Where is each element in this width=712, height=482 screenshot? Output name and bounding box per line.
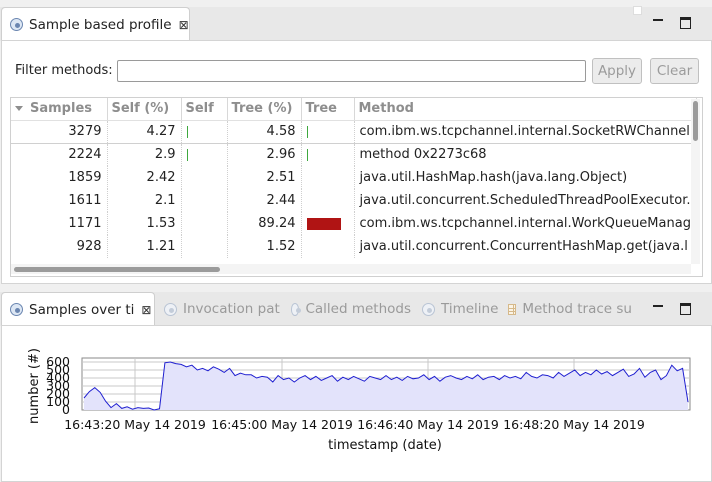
cell-self-bar (181, 143, 228, 166)
profile-icon (291, 302, 302, 316)
column-header-samples[interactable]: Samples (11, 98, 108, 121)
tab-method-trace-su[interactable]: Method trace su (500, 292, 632, 326)
cell-self-bar (181, 212, 228, 235)
cell-self-bar (181, 189, 228, 212)
close-icon[interactable]: ⊠ (141, 303, 151, 317)
vertical-scrollbar[interactable] (691, 99, 700, 264)
tab-sample-based-profile[interactable]: Sample based profile ⊠ (1, 7, 190, 41)
column-header-tree[interactable]: Tree (301, 98, 355, 121)
cell-self-bar (181, 119, 228, 144)
table-row[interactable]: 928 1.21 1.52 java.util.concurrent.Concurre… (11, 235, 697, 258)
x-tick-label: 16:48:20 May 14 2019 (503, 417, 645, 432)
cell-tree-bar (301, 212, 355, 235)
view-menu-icon[interactable] (633, 6, 642, 15)
cell-method: java.util.HashMap.hash(java.lang.Object) (354, 166, 697, 189)
horizontal-scroll-thumb[interactable] (14, 267, 220, 272)
cell-self-pct: 4.27 (107, 119, 182, 144)
cell-self-pct: 2.1 (107, 189, 182, 212)
cell-tree-pct: 2.51 (227, 166, 302, 189)
tree-percentage-bar (306, 217, 341, 230)
cell-self-pct: 1.21 (107, 235, 182, 258)
cell-method: com.ibm.ws.tcpchannel.internal.SocketRWC… (354, 119, 697, 144)
cell-tree-pct: 89.24 (227, 212, 302, 235)
table-header: Samples Self (%) Self Tree (%) Tree Meth… (11, 98, 697, 121)
cell-self-bar (181, 166, 228, 189)
cell-tree-pct: 2.44 (227, 189, 302, 212)
x-tick-label: 16:46:40 May 14 2019 (357, 417, 499, 432)
x-axis-label: timestamp (date) (328, 438, 442, 453)
cell-tree-bar (301, 143, 355, 166)
percentage-bar (306, 148, 308, 161)
x-tick-label: 16:45:00 May 14 2019 (211, 417, 353, 432)
cell-tree-bar (301, 166, 355, 189)
samples-over-time-chart: 010020030040050060016:43:20 May 14 2019 1… (27, 348, 691, 453)
y-tick-label: 600 (46, 354, 70, 369)
tab-label: Method trace su (522, 301, 632, 317)
cell-samples: 1171 (11, 212, 108, 235)
cell-tree-bar (301, 189, 355, 212)
maximize-icon[interactable] (680, 17, 691, 29)
column-header-method[interactable]: Method (354, 98, 697, 121)
table-row[interactable]: 1171 1.53 89.24 com.ibm.ws.tcpchannel.inter… (11, 212, 697, 235)
cell-samples: 2224 (11, 143, 108, 166)
tab-label: Samples over ti (29, 301, 135, 318)
column-header-self[interactable]: Self (181, 98, 228, 121)
maximize-icon[interactable] (680, 303, 691, 315)
filter-label: Filter methods: (15, 63, 113, 78)
x-tick-label: 16:43:20 May 14 2019 (64, 417, 206, 432)
cell-method: java.util.concurrent.ScheduledThreadPool… (354, 189, 697, 212)
cell-tree-bar (301, 119, 355, 144)
cell-method: com.ibm.ws.tcpchannel.internal.WorkQueue… (354, 212, 697, 235)
cell-tree-pct: 4.58 (227, 119, 302, 144)
cell-self-pct: 1.53 (107, 212, 182, 235)
apply-button[interactable]: Apply (592, 58, 642, 84)
tab-timeline[interactable]: Timeline (414, 292, 499, 326)
profile-icon (10, 18, 23, 31)
cell-tree-pct: 1.52 (227, 235, 302, 258)
table-row[interactable]: 1611 2.1 2.44 java.util.concurrent.Schedule… (11, 189, 697, 212)
cell-samples: 928 (11, 235, 108, 258)
y-axis-label: number (#) (27, 348, 42, 424)
column-header-tree-pct[interactable]: Tree (%) (227, 98, 302, 121)
tab-label: Timeline (441, 301, 499, 317)
cell-tree-bar (301, 235, 355, 258)
profile-table: Samples Self (%) Self Tree (%) Tree Meth… (11, 98, 697, 258)
clear-button[interactable]: Clear (650, 58, 699, 84)
table-row[interactable]: 3279 4.27 4.58 com.ibm.ws.tcpchannel.intern… (11, 119, 697, 144)
cell-self-bar (181, 235, 228, 258)
table-row[interactable]: 1859 2.42 2.51 java.util.HashMap.hash(java.… (11, 166, 697, 189)
tab-label: Called methods (305, 301, 411, 317)
tab-label: Sample based profile (29, 16, 172, 33)
tab-label: Invocation pat (183, 301, 280, 317)
table-row[interactable]: 2224 2.9 2.96 method 0x2273c68 (11, 143, 697, 166)
column-header-self-pct[interactable]: Self (%) (107, 98, 182, 121)
table-icon (508, 303, 517, 315)
cell-method: java.util.concurrent.ConcurrentHashMap.g… (354, 235, 697, 258)
profile-icon (422, 302, 435, 316)
percentage-bar (186, 148, 188, 161)
cell-samples: 1611 (11, 189, 108, 212)
tab-called-methods[interactable]: Called methods (283, 292, 411, 326)
percentage-bar (306, 125, 308, 138)
cell-self-pct: 2.42 (107, 166, 182, 189)
cell-samples: 1859 (11, 166, 108, 189)
minimize-icon[interactable] (653, 305, 663, 307)
cell-samples: 3279 (11, 119, 108, 144)
tab-invocation-pat[interactable]: Invocation pat (156, 292, 280, 326)
profile-icon (10, 303, 23, 316)
profile-icon (164, 302, 177, 316)
cell-tree-pct: 2.96 (227, 143, 302, 166)
sort-descending-icon (15, 106, 23, 112)
close-icon[interactable]: ⊠ (179, 18, 189, 32)
horizontal-scrollbar[interactable] (11, 264, 691, 274)
filter-methods-input[interactable] (117, 60, 586, 82)
minimize-icon[interactable] (653, 19, 663, 21)
percentage-bar (186, 125, 188, 138)
cell-self-pct: 2.9 (107, 143, 182, 166)
cell-method: method 0x2273c68 (354, 143, 697, 166)
tab-samples-over-ti[interactable]: Samples over ti ⊠ (1, 292, 155, 326)
vertical-scroll-thumb[interactable] (693, 101, 698, 141)
